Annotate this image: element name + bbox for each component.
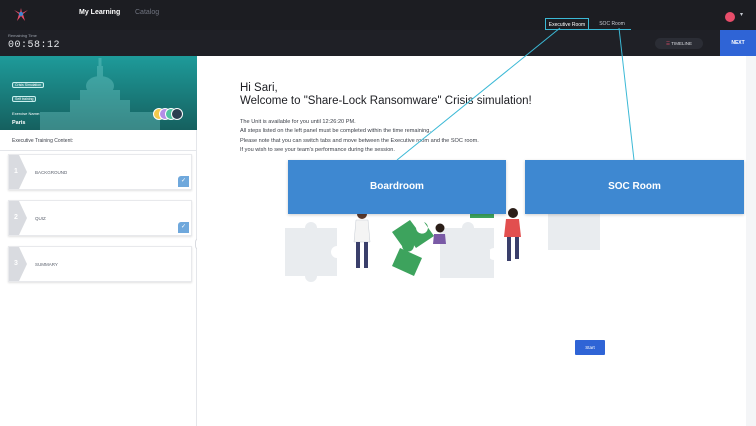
- boardroom-callout: Boardroom: [288, 160, 506, 214]
- start-button[interactable]: Start: [575, 340, 605, 355]
- app-root: My Learning Catalog Executive Room SOC R…: [0, 0, 756, 426]
- soc-room-callout: SOC Room: [525, 160, 744, 214]
